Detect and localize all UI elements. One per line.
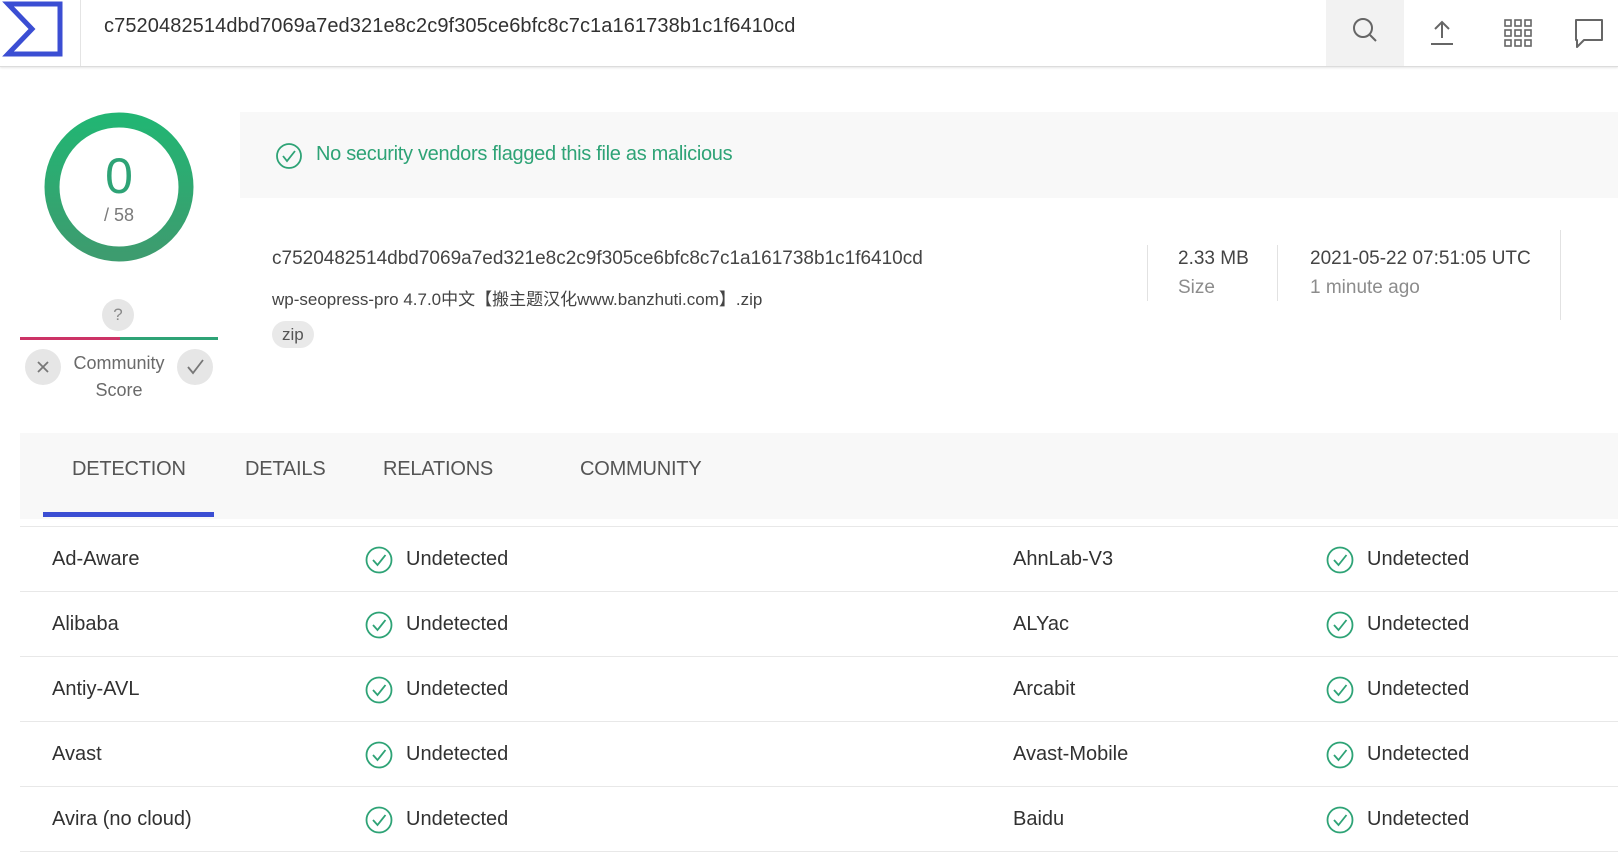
tab-detection[interactable]: DETECTION [72, 458, 186, 481]
vendor-name: Antiy-AVL [52, 678, 140, 700]
apps-button[interactable] [1486, 0, 1550, 66]
vote-harmless-button[interactable] [177, 349, 213, 385]
file-name: wp-seopress-pro 4.7.0中文【搬主题汉化www.banzhut… [272, 290, 763, 309]
status-banner-text: No security vendors flagged this file as… [316, 143, 733, 165]
check-circle-icon [1326, 676, 1354, 704]
search-input[interactable]: c7520482514dbd7069a7ed321e8c2c9f305ce6bf… [104, 15, 795, 38]
detection-result: Undetected [406, 743, 509, 765]
check-circle-icon [276, 143, 302, 169]
feedback-button[interactable] [1560, 0, 1618, 66]
vote-malicious-button[interactable] [25, 349, 61, 385]
file-type-tag[interactable]: zip [272, 321, 314, 348]
vendor-name: Baidu [1013, 808, 1065, 830]
check-circle-icon [365, 676, 393, 704]
detection-table: Ad-Aware Undetected AhnLab-V3 Undetected… [20, 526, 1618, 852]
check-circle-icon [365, 546, 393, 574]
detection-result: Undetected [406, 548, 509, 570]
vendor-name: Alibaba [52, 613, 119, 635]
scan-date-value: 2021-05-22 07:51:05 UTC [1310, 248, 1531, 269]
table-row: Avast Undetected Avast-Mobile Undetected [20, 722, 1618, 787]
community-score-unknown: ? [102, 299, 134, 331]
detection-result: Undetected [1367, 743, 1470, 765]
vendor-name: Avast [52, 743, 102, 765]
tab-details[interactable]: DETAILS [245, 458, 326, 481]
active-tab-indicator [43, 512, 214, 517]
file-size-label: Size [1178, 277, 1215, 298]
check-icon [187, 359, 204, 375]
vendor-name: ALYac [1013, 613, 1069, 635]
vendor-name: Arcabit [1013, 678, 1076, 700]
check-circle-icon [365, 741, 393, 769]
vendor-name: AhnLab-V3 [1013, 548, 1114, 570]
scan-date-relative: 1 minute ago [1310, 277, 1420, 298]
tab-relations[interactable]: RELATIONS [383, 458, 493, 481]
detection-count: 0 [105, 148, 133, 204]
divider [1147, 245, 1148, 301]
detection-total: / 58 [103, 205, 135, 225]
check-circle-icon [1326, 611, 1354, 639]
detection-result: Undetected [406, 808, 509, 830]
detection-result: Undetected [406, 613, 509, 635]
file-size-value: 2.33 MB [1178, 248, 1249, 269]
detection-result: Undetected [1367, 548, 1470, 570]
table-row: Alibaba Undetected ALYac Undetected [20, 592, 1618, 657]
upload-icon [1431, 20, 1453, 45]
vendor-name: Avira (no cloud) [52, 808, 192, 830]
logo-icon [2, 1, 63, 57]
tab-community[interactable]: COMMUNITY [580, 458, 702, 481]
check-circle-icon [1326, 741, 1354, 769]
search-button[interactable] [1326, 0, 1404, 66]
detection-result: Undetected [406, 678, 509, 700]
divider [1277, 245, 1278, 301]
search-icon [1353, 18, 1377, 42]
table-row: Antiy-AVL Undetected Arcabit Undetected [20, 657, 1618, 722]
check-circle-icon [365, 611, 393, 639]
file-hash: c7520482514dbd7069a7ed321e8c2c9f305ce6bf… [272, 248, 923, 269]
close-icon [37, 361, 49, 373]
community-bar-positive [120, 337, 218, 340]
divider [1560, 230, 1561, 320]
chat-icon [1575, 19, 1603, 48]
check-circle-icon [1326, 546, 1354, 574]
detection-result: Undetected [1367, 678, 1470, 700]
vendor-name: Ad-Aware [52, 548, 140, 570]
virustotal-logo[interactable] [0, 0, 81, 66]
vendor-name: Avast-Mobile [1013, 743, 1129, 765]
grid-icon [1504, 19, 1532, 47]
detection-result: Undetected [1367, 808, 1470, 830]
detection-result: Undetected [1367, 613, 1470, 635]
check-circle-icon [365, 806, 393, 834]
table-row: Ad-Aware Undetected AhnLab-V3 Undetected [20, 526, 1618, 592]
community-bar-negative [20, 337, 120, 340]
community-score-label: Community Score [73, 353, 165, 400]
check-circle-icon [1326, 806, 1354, 834]
table-row: Avira (no cloud) Undetected Baidu Undete… [20, 787, 1618, 852]
upload-button[interactable] [1410, 0, 1474, 66]
